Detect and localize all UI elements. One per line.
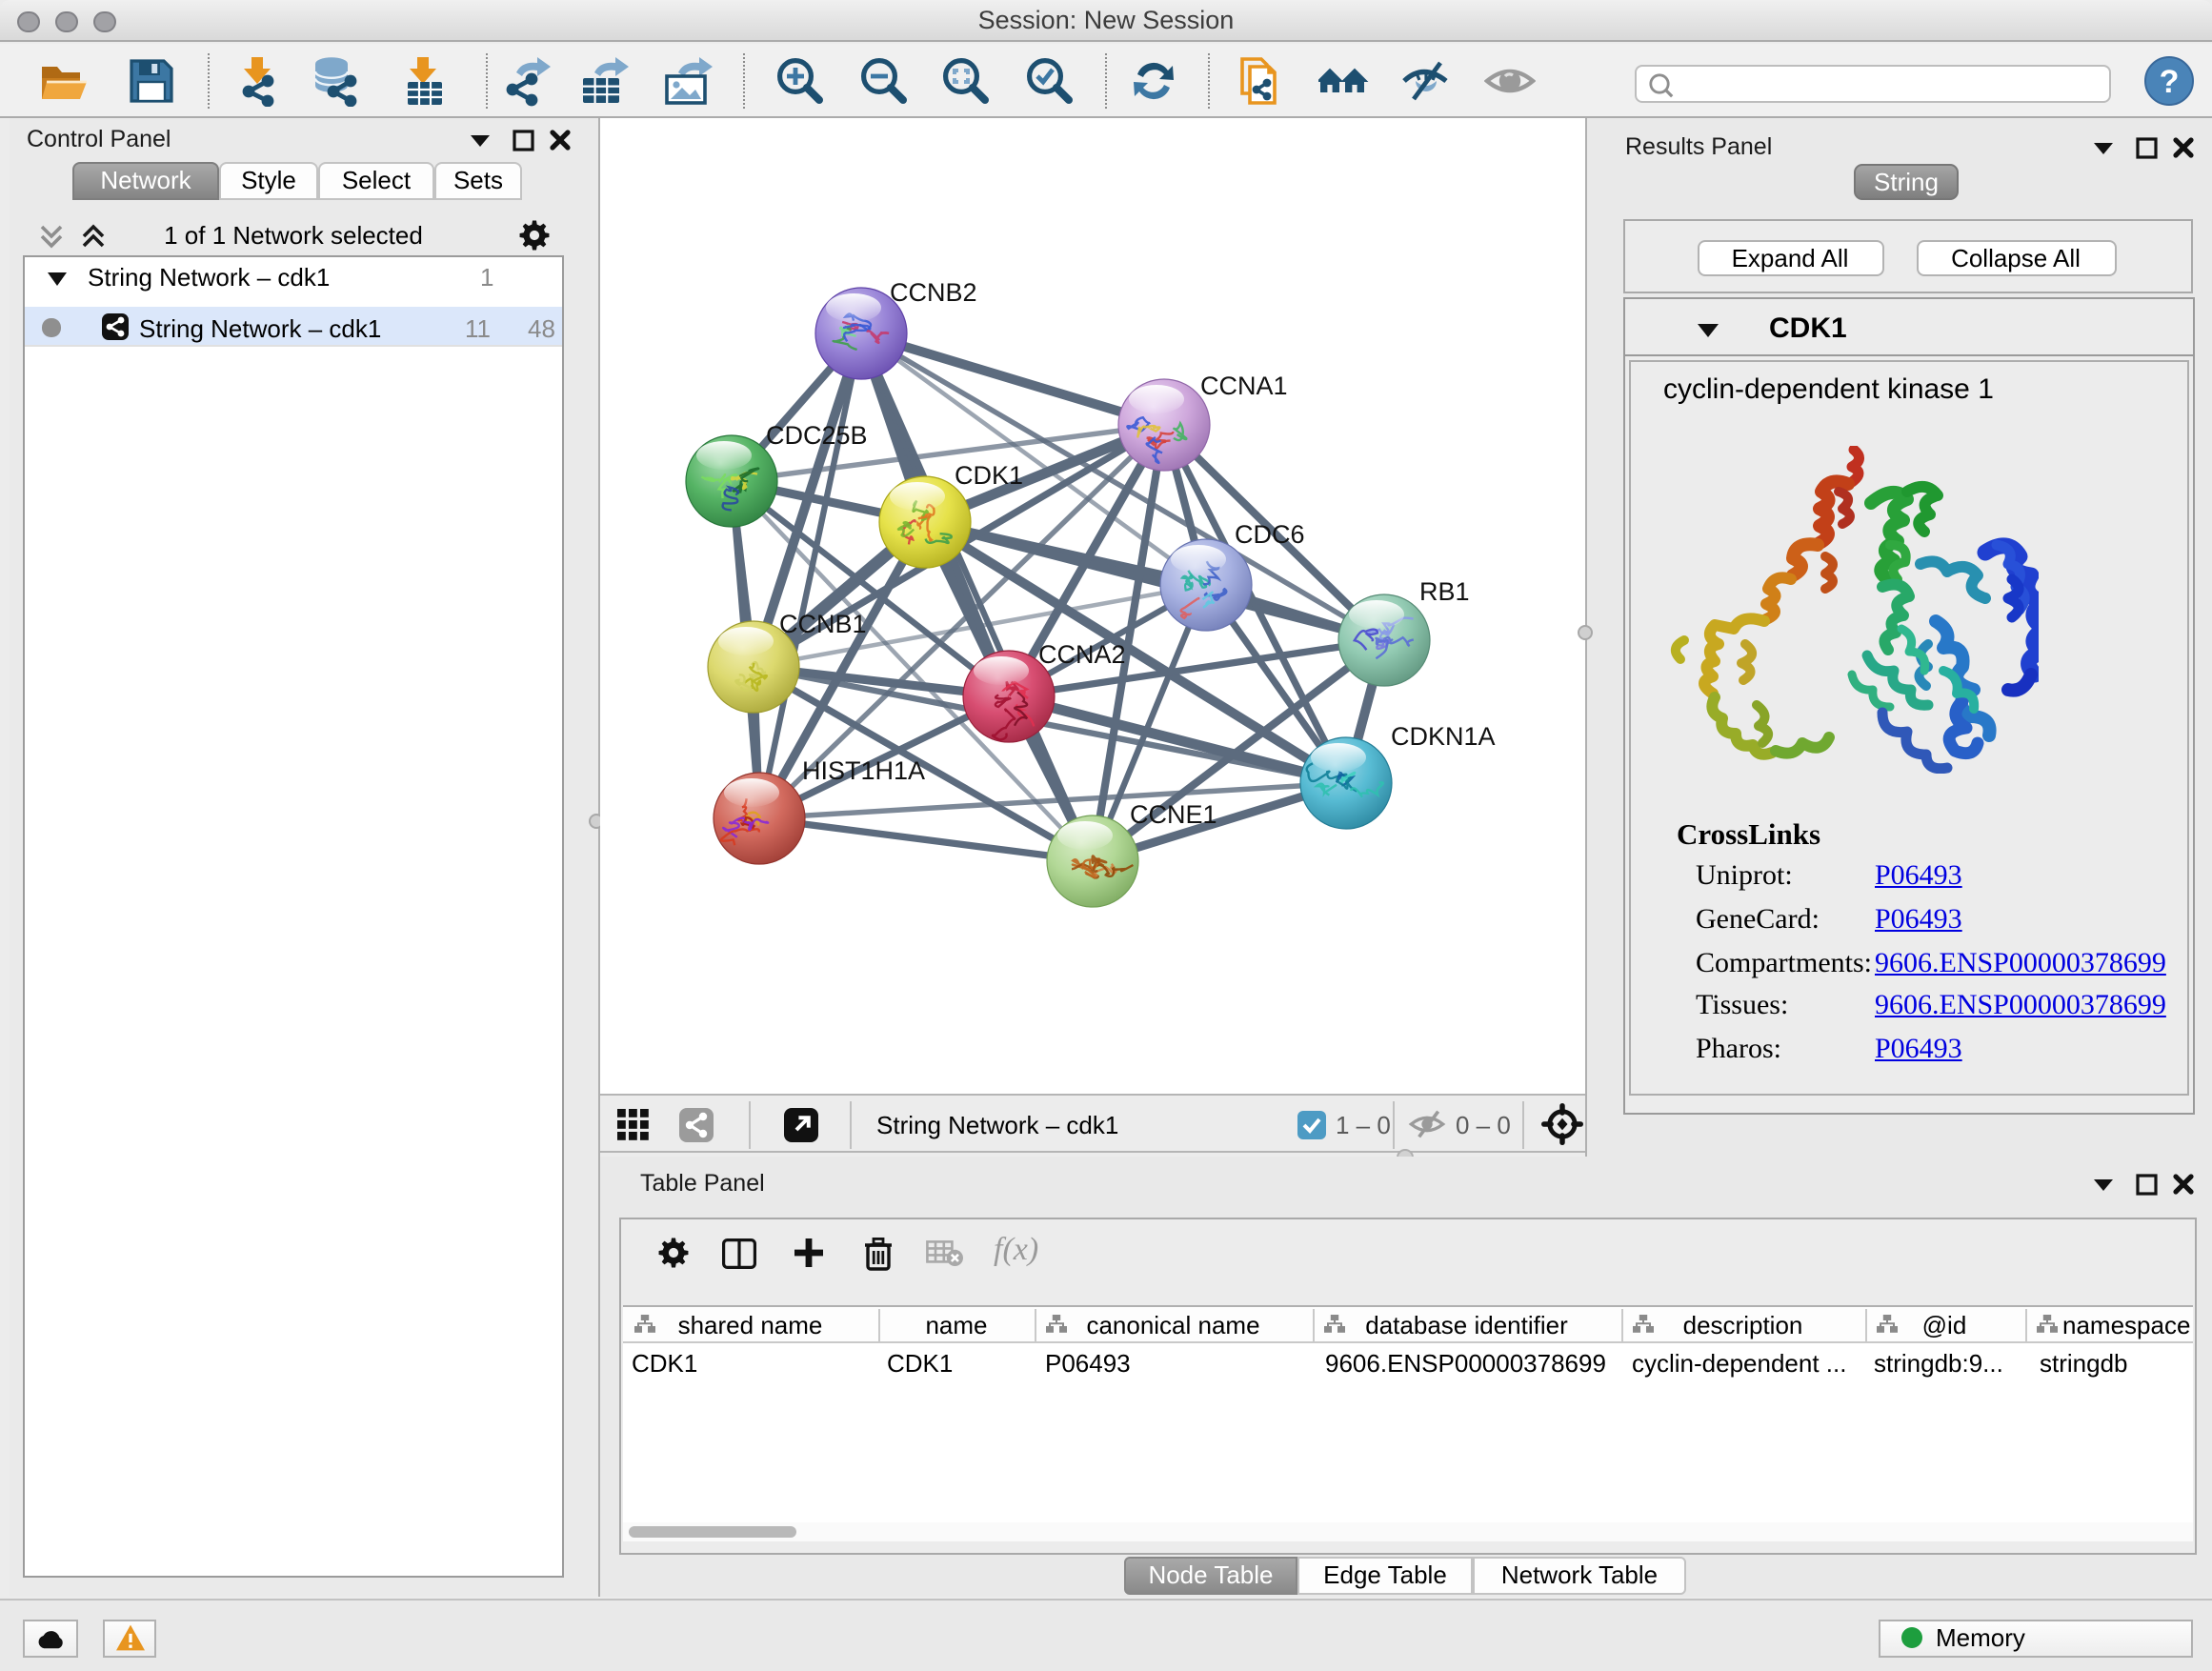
svg-text:CCNB1: CCNB1 [779,610,867,638]
svg-text:HIST1H1A: HIST1H1A [802,756,925,785]
svg-text:CDC25B: CDC25B [766,421,868,450]
svg-text:CDC6: CDC6 [1235,520,1305,549]
svg-text:CCNB2: CCNB2 [890,278,977,307]
svg-text:CCNA1: CCNA1 [1200,372,1288,400]
svg-text:RB1: RB1 [1419,577,1470,606]
svg-text:CDKN1A: CDKN1A [1391,722,1496,751]
svg-text:?: ? [2160,63,2180,99]
svg-text:CCNE1: CCNE1 [1130,800,1217,829]
svg-text:CDK1: CDK1 [955,461,1023,490]
svg-text:CCNA2: CCNA2 [1038,640,1126,669]
